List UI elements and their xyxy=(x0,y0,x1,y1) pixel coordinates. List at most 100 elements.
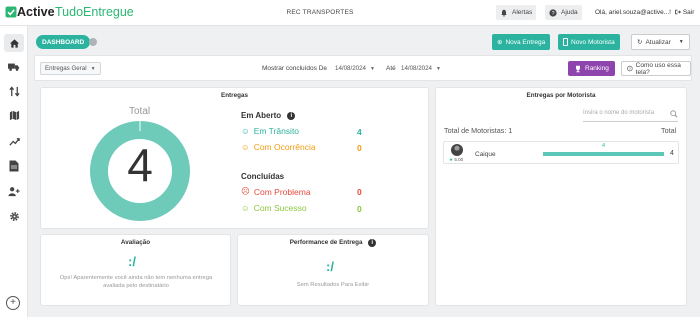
map-icon xyxy=(9,110,19,120)
new-driver-label: Novo Motorista xyxy=(571,38,615,46)
drivers-title: Entregas por Motorista xyxy=(526,92,596,99)
driver-search-input[interactable]: Insira o nome do motorista xyxy=(583,110,678,122)
driver-search-placeholder: Insira o nome do motorista xyxy=(583,110,655,116)
driver-row[interactable]: ★ 5.00 Caique 4 4 xyxy=(443,141,679,164)
in-transit-row[interactable]: ☺ Em Trânsito xyxy=(241,126,299,136)
open-section-title: Em Aberto i xyxy=(241,111,296,120)
smile-icon: ☺ xyxy=(241,126,250,136)
question-circle-icon: ? xyxy=(627,65,633,72)
evaluation-panel: Avaliação xyxy=(40,234,231,306)
sidebar-item-settings[interactable] xyxy=(7,209,21,223)
swap-arrows-icon xyxy=(8,85,20,97)
alerts-button[interactable]: Alertas xyxy=(496,5,537,20)
driver-rating: ★ 5.00 xyxy=(449,157,464,162)
add-user-icon xyxy=(8,186,20,196)
home-icon xyxy=(9,38,19,48)
date-to-select[interactable]: 14/08/2024 ▼ xyxy=(396,62,446,75)
chevron-down-icon: ▼ xyxy=(369,65,375,72)
svg-text:?: ? xyxy=(551,10,554,16)
success-value: 0 xyxy=(357,204,362,214)
confused-face-icon: :/ xyxy=(128,254,136,269)
total-column-label: Total xyxy=(661,126,677,135)
problem-row[interactable]: ☹ Com Problema xyxy=(241,186,311,197)
sidebar: + xyxy=(0,26,28,317)
user-greeting[interactable]: Olá, ariel.souza@active...! xyxy=(595,9,671,16)
gear-icon xyxy=(9,211,19,221)
driver-bar-track xyxy=(543,152,664,156)
in-transit-label: Em Trânsito xyxy=(253,126,300,136)
performance-title-row: Performance de Entrega i xyxy=(238,239,428,247)
alerts-label: Alertas xyxy=(512,9,533,16)
neutral-face-icon: ☺ xyxy=(241,142,250,152)
sad-face-icon: ☹ xyxy=(241,186,250,196)
date-from-select[interactable]: 14/08/2024 ▼ xyxy=(330,62,380,75)
bell-icon xyxy=(501,9,507,17)
chevron-down-icon: ▼ xyxy=(435,65,441,72)
in-transit-value: 4 xyxy=(357,127,362,137)
refresh-label: Atualizar xyxy=(645,38,671,46)
logout-label: Sair xyxy=(682,9,695,16)
performance-title: Performance de Entrega xyxy=(289,239,363,246)
sidebar-item-deliveries[interactable] xyxy=(7,60,21,74)
delivery-type-select[interactable]: Entregas Geral ▼ xyxy=(40,62,101,75)
dashboard-info-icon[interactable] xyxy=(89,38,97,46)
how-to-use-button[interactable]: ? Como uso essa tela? xyxy=(621,61,691,76)
new-delivery-button[interactable]: ⊕ Nova Entrega xyxy=(492,34,551,50)
document-icon xyxy=(9,160,19,172)
smile-icon: ☺ xyxy=(241,203,250,213)
chevron-down-icon: ▼ xyxy=(90,65,96,72)
sidebar-item-add-user[interactable] xyxy=(7,184,21,198)
refresh-icon: ↻ xyxy=(637,39,643,46)
sidebar-item-transfers[interactable] xyxy=(7,84,21,98)
avatar xyxy=(451,144,463,156)
occurrence-row[interactable]: ☺ Com Ocorrência xyxy=(241,142,316,152)
sidebar-item-documents[interactable] xyxy=(7,159,21,173)
driver-total: 4 xyxy=(670,150,674,157)
evaluation-title: Avaliação xyxy=(120,239,151,246)
problem-label: Com Problema xyxy=(253,186,311,197)
logout-link[interactable]: Sair xyxy=(675,9,694,16)
chevron-down-icon: ▼ xyxy=(678,39,684,45)
help-button[interactable]: ? Ajuda xyxy=(545,5,582,20)
sidebar-item-home[interactable] xyxy=(4,34,24,52)
delivery-type-value: Entregas Geral xyxy=(45,65,87,72)
search-icon xyxy=(670,110,678,118)
driver-bar-label: 4 xyxy=(601,143,606,149)
driver-bar-fill xyxy=(543,152,664,156)
how-to-use-label: Como uso essa tela? xyxy=(635,61,681,76)
date-from-value: 14/08/2024 xyxy=(335,65,366,72)
company-name: REC TRANSPORTES xyxy=(286,9,354,16)
truck-icon xyxy=(8,63,20,71)
deliveries-title: Entregas xyxy=(221,92,248,99)
trophy-icon xyxy=(576,65,580,72)
success-label: Com Sucesso xyxy=(253,203,307,213)
sidebar-item-map[interactable] xyxy=(7,108,21,122)
sidebar-item-reports[interactable] xyxy=(7,134,21,148)
ranking-button[interactable]: Ranking xyxy=(568,61,615,76)
completed-section-title: Concluídas xyxy=(241,172,285,181)
phone-icon xyxy=(563,38,568,46)
confused-face-icon: :/ xyxy=(326,259,334,274)
success-row[interactable]: ☺ Com Sucesso xyxy=(241,203,307,213)
info-icon[interactable]: i xyxy=(368,239,377,247)
ranking-label: Ranking xyxy=(585,65,609,72)
filter-bar: Entregas Geral ▼ Mostrar concluídos De 1… xyxy=(34,55,692,81)
problem-value: 0 xyxy=(357,187,362,197)
date-to-value: 14/08/2024 xyxy=(401,65,432,72)
svg-text:?: ? xyxy=(629,67,631,71)
new-delivery-label: Nova Entrega xyxy=(505,38,546,46)
logout-icon xyxy=(675,9,681,15)
until-label: Até xyxy=(386,65,396,72)
plus-circle-icon[interactable]: + xyxy=(6,296,20,310)
help-icon: ? xyxy=(549,8,557,16)
help-label: Ajuda xyxy=(561,9,578,16)
dashboard-badge: DASHBOARD xyxy=(36,35,91,49)
performance-message: Sem Resultados Para Exibir xyxy=(296,282,370,288)
refresh-button[interactable]: ↻ Atualizar ▼ xyxy=(631,34,690,50)
evaluation-message: Ops! Aparentemente você ainda não tem ne… xyxy=(59,275,213,290)
show-completed-label: Mostrar concluídos De xyxy=(262,65,328,72)
occurrence-value: 0 xyxy=(357,143,362,153)
total-value: 4 xyxy=(127,139,153,191)
info-icon[interactable]: i xyxy=(287,112,296,120)
new-driver-button[interactable]: Novo Motorista xyxy=(558,34,620,50)
